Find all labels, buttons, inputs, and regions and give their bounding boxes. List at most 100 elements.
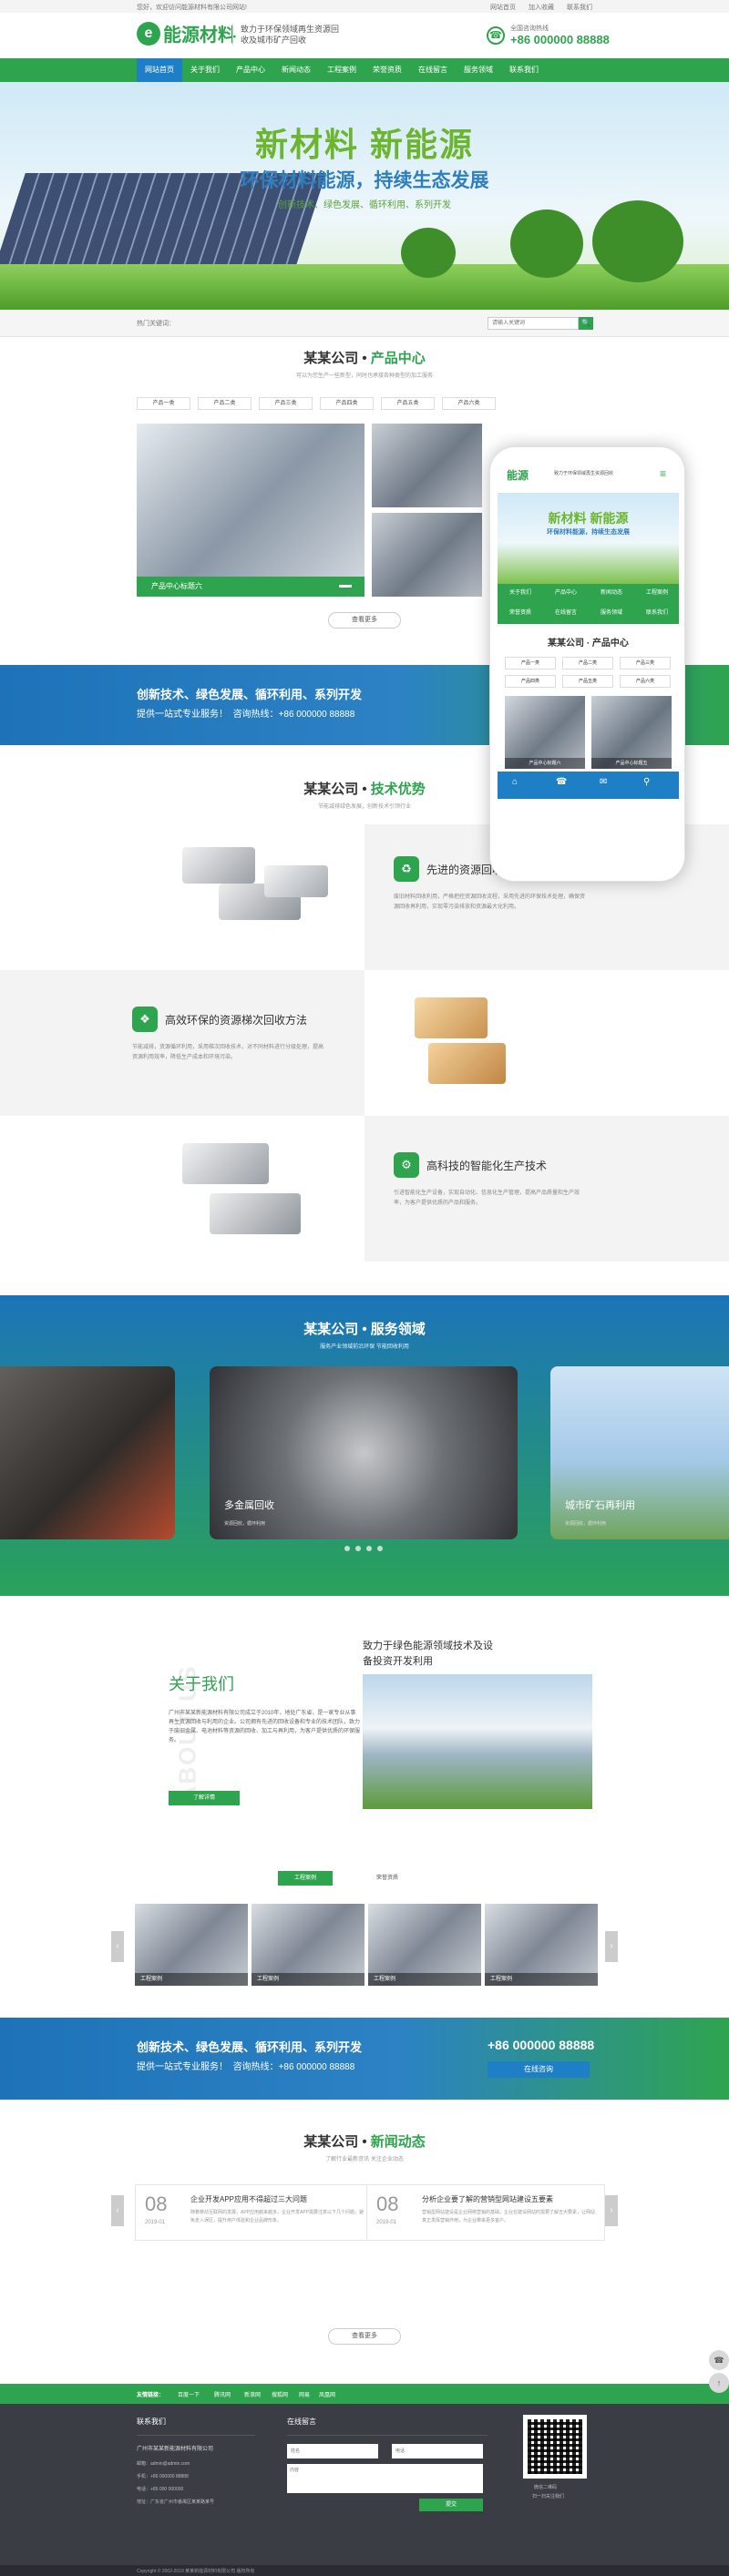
mobile-menu-item[interactable]: 新闻动态 bbox=[589, 588, 634, 596]
nav-item-service[interactable]: 服务领域 bbox=[456, 58, 501, 82]
service-card[interactable]: 城市矿石再利用 资源回收，循环利用 bbox=[550, 1366, 729, 1539]
news-card[interactable]: 08 2019-01 企业开发APP应用不得超过三大问题 随着移动互联网的发展，… bbox=[135, 2184, 374, 2241]
friend-link[interactable]: 凤凰网 bbox=[319, 2390, 335, 2398]
product-thumb[interactable] bbox=[372, 424, 482, 507]
next-arrow-icon[interactable]: › bbox=[605, 1931, 618, 1962]
about-building-image bbox=[363, 1674, 592, 1809]
footer-phone: 电话：+86 000 000000 bbox=[137, 2487, 184, 2492]
map-pin-icon[interactable]: ⚲ bbox=[643, 777, 650, 787]
mobile-tab[interactable]: 产品五类 bbox=[562, 675, 613, 688]
product-tab[interactable]: 产品一类 bbox=[137, 397, 190, 410]
consult-button[interactable]: 在线咨询 bbox=[488, 2061, 590, 2078]
about-more-button[interactable]: 了解详情 bbox=[169, 1791, 240, 1805]
service-card[interactable] bbox=[0, 1366, 175, 1539]
menu-icon[interactable]: ≡ bbox=[660, 467, 666, 480]
service-card-desc: 资源回收，循环利用 bbox=[224, 1521, 266, 1527]
grid-icon: ❖ bbox=[132, 1007, 158, 1032]
advantages-company: 某某公司 bbox=[303, 782, 359, 797]
name-field[interactable] bbox=[287, 2444, 378, 2458]
hero-banner[interactable]: 新材料 新能源 环保材料能源，持续生态发展 创新技术、绿色发展、循环利用、系列开… bbox=[0, 82, 729, 310]
phone-field[interactable] bbox=[392, 2444, 483, 2458]
news-title: 新闻动态 bbox=[370, 2134, 426, 2150]
mobile-menu-item[interactable]: 服务领域 bbox=[589, 608, 634, 616]
case-card[interactable]: 工程案例 bbox=[485, 1904, 598, 1986]
product-tab[interactable]: 产品六类 bbox=[442, 397, 496, 410]
news-day: 08 bbox=[145, 2193, 168, 2215]
product-feature-card[interactable]: 产品中心标题六 bbox=[137, 424, 364, 597]
case-card[interactable]: 工程案例 bbox=[135, 1904, 248, 1986]
hotline-number: +86 000000 88888 bbox=[510, 33, 610, 46]
about-tagline: 致力于绿色能源领域技术及设备投资开发利用 bbox=[363, 1641, 493, 1667]
prev-arrow-icon[interactable]: ‹ bbox=[111, 1931, 124, 1962]
product-tab[interactable]: 产品四类 bbox=[320, 397, 374, 410]
case-card[interactable]: 工程案例 bbox=[252, 1904, 364, 1986]
phone-icon[interactable]: ☎ bbox=[556, 777, 567, 787]
search-button[interactable]: 🔍 bbox=[579, 317, 593, 330]
case-card[interactable]: 工程案例 bbox=[368, 1904, 481, 1986]
tree-image bbox=[592, 200, 683, 282]
carousel-dot[interactable] bbox=[355, 1546, 361, 1551]
carousel-dot[interactable] bbox=[377, 1546, 383, 1551]
side-service-icon[interactable]: ☎ bbox=[709, 2350, 729, 2370]
search-input[interactable] bbox=[488, 317, 579, 330]
friend-link[interactable]: 搜狐网 bbox=[272, 2390, 288, 2398]
top-link-contact[interactable]: 联系我们 bbox=[567, 3, 592, 12]
friend-link[interactable]: 网易 bbox=[299, 2390, 310, 2398]
product-thumb[interactable] bbox=[372, 513, 482, 597]
message-field[interactable] bbox=[287, 2464, 483, 2493]
home-icon[interactable]: ⌂ bbox=[512, 777, 518, 787]
friend-link[interactable]: 新浪网 bbox=[244, 2390, 261, 2398]
top-link-home[interactable]: 网站首页 bbox=[490, 3, 516, 12]
nav-item-cases[interactable]: 工程案例 bbox=[319, 58, 364, 82]
carousel-dot[interactable] bbox=[344, 1546, 350, 1551]
nav-item-message[interactable]: 在线留言 bbox=[410, 58, 456, 82]
product-tab[interactable]: 产品五类 bbox=[381, 397, 435, 410]
mobile-product-card[interactable]: 产品中心标题五 bbox=[591, 696, 672, 769]
page: 您好，欢迎访问能源材料有限公司网站! 网站首页 加入收藏 联系我们 e 能源材料… bbox=[0, 0, 729, 2576]
friend-link[interactable]: 腾讯网 bbox=[214, 2390, 231, 2398]
mobile-tab[interactable]: 产品二类 bbox=[562, 657, 613, 670]
case-title: 工程案例 bbox=[485, 1973, 598, 1986]
mobile-menu-item[interactable]: 在线留言 bbox=[543, 608, 589, 616]
nav-item-home[interactable]: 网站首页 bbox=[137, 58, 182, 82]
next-arrow-icon[interactable]: › bbox=[605, 2195, 618, 2226]
band2-tel: +86 000000 88888 bbox=[278, 2062, 355, 2072]
friend-link[interactable]: 百度一下 bbox=[178, 2390, 200, 2398]
back-to-top-icon[interactable]: ↑ bbox=[709, 2373, 729, 2393]
submit-button[interactable]: 提交 bbox=[419, 2499, 483, 2511]
mobile-menu-item[interactable]: 荣誉资质 bbox=[498, 608, 543, 616]
product-tab[interactable]: 产品二类 bbox=[198, 397, 252, 410]
products-more-button[interactable]: 查看更多 bbox=[328, 612, 401, 629]
tab-cases[interactable]: 工程案例 bbox=[278, 1871, 333, 1886]
nav-item-honors[interactable]: 荣誉资质 bbox=[364, 58, 410, 82]
service-card[interactable]: 多金属回收 资源回收，循环利用 bbox=[210, 1366, 518, 1539]
mobile-product-card[interactable]: 产品中心标题六 bbox=[505, 696, 585, 769]
carousel-dot[interactable] bbox=[366, 1546, 372, 1551]
mobile-tab[interactable]: 产品四类 bbox=[505, 675, 556, 688]
product-tab[interactable]: 产品三类 bbox=[259, 397, 313, 410]
prev-arrow-icon[interactable]: ‹ bbox=[111, 2195, 124, 2226]
mobile-slogan: 致力于环保领域再生资源回收 bbox=[554, 471, 614, 476]
band2-service: 提供一站式专业服务！ bbox=[137, 2062, 228, 2072]
nav-item-about[interactable]: 关于我们 bbox=[182, 58, 228, 82]
logo-text: 能源材料 bbox=[163, 26, 236, 46]
band2-tel-label: 咨询热线： bbox=[232, 2062, 279, 2072]
mobile-menu-item[interactable]: 联系我们 bbox=[634, 608, 679, 616]
news-more-button[interactable]: 查看更多 bbox=[328, 2328, 401, 2345]
logo[interactable]: e 能源材料 bbox=[137, 20, 236, 46]
case-title: 工程案例 bbox=[252, 1973, 364, 1986]
mobile-menu-item[interactable]: 产品中心 bbox=[543, 588, 589, 596]
wechat-icon[interactable]: ✉ bbox=[600, 777, 607, 787]
nav-item-news[interactable]: 新闻动态 bbox=[273, 58, 319, 82]
news-card[interactable]: 08 2019-01 分析企业要了解的营销型网站建设五要素 营销型网站建设是企业… bbox=[366, 2184, 605, 2241]
top-link-favorite[interactable]: 加入收藏 bbox=[529, 3, 554, 12]
mobile-tab[interactable]: 产品三类 bbox=[620, 657, 671, 670]
nav-item-products[interactable]: 产品中心 bbox=[228, 58, 273, 82]
mobile-menu-item[interactable]: 工程案例 bbox=[634, 588, 679, 596]
nav-item-contact[interactable]: 联系我们 bbox=[501, 58, 547, 82]
arrow-icon bbox=[339, 585, 352, 588]
mobile-menu-item[interactable]: 关于我们 bbox=[498, 588, 543, 596]
mobile-tab[interactable]: 产品六类 bbox=[620, 675, 671, 688]
mobile-tab[interactable]: 产品一类 bbox=[505, 657, 556, 670]
tab-honors[interactable]: 荣誉资质 bbox=[360, 1871, 415, 1886]
